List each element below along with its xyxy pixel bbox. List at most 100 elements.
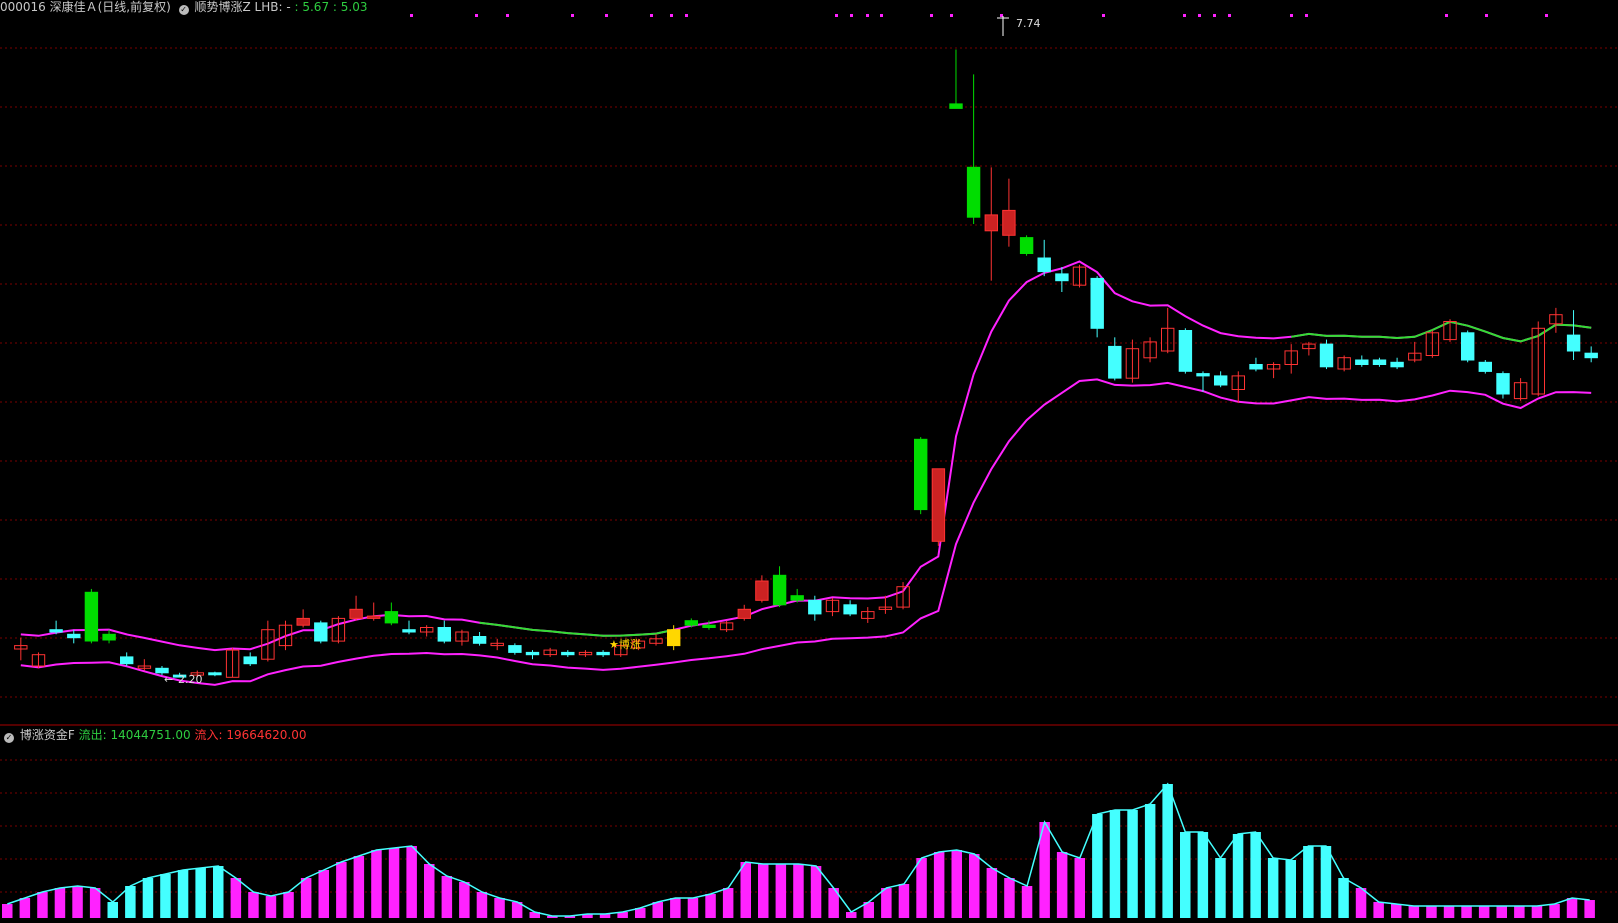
candle[interactable] [1196,371,1210,392]
candle[interactable] [1478,360,1492,374]
signal-dot [685,14,688,17]
candle[interactable] [966,74,981,224]
signal-dot [835,14,838,17]
signal-dot [866,14,869,17]
candle[interactable] [14,637,28,661]
candle[interactable] [914,437,928,515]
candle[interactable] [543,647,557,657]
candle[interactable] [1002,178,1016,247]
candle[interactable] [790,588,804,603]
candle[interactable] [384,602,399,626]
candle[interactable] [719,620,734,632]
flow-bar [195,868,206,918]
flow-bar [881,888,892,918]
candle[interactable] [243,652,257,666]
candle[interactable] [49,620,63,635]
candle[interactable] [1055,267,1069,292]
candle[interactable] [1231,371,1245,404]
flow-bar [687,898,699,918]
candlestick-series[interactable] [14,49,1598,678]
signal-dot [1305,14,1308,17]
candle[interactable] [596,650,610,657]
candle[interactable] [349,595,363,621]
candle[interactable] [296,609,310,628]
candle[interactable] [1425,330,1440,358]
candle[interactable] [737,604,751,621]
candle[interactable] [1266,362,1281,379]
candle[interactable] [208,671,222,677]
candle[interactable] [1161,307,1175,354]
candle[interactable] [1513,378,1528,401]
candle[interactable] [1108,337,1122,381]
flow-bar [1408,906,1420,918]
candle[interactable] [508,643,522,655]
flow-bar [1391,904,1402,918]
flow-bar [283,892,294,918]
flow-bar [793,864,804,918]
flow-bar [1092,814,1103,918]
candle[interactable] [420,625,434,637]
candle[interactable] [578,650,593,657]
candle[interactable] [437,620,452,644]
candle[interactable] [949,49,963,109]
candle[interactable] [984,167,998,281]
candle[interactable] [861,607,875,623]
candle[interactable] [1249,357,1263,372]
candle[interactable] [225,647,240,678]
candle[interactable] [1372,357,1387,367]
candle[interactable] [1584,346,1598,363]
candle[interactable] [525,650,540,660]
candle[interactable] [931,468,946,546]
candle[interactable] [1214,371,1228,388]
candle[interactable] [137,659,152,671]
candle[interactable] [1390,357,1404,370]
candle[interactable] [402,620,416,635]
candle[interactable] [1178,328,1193,374]
candle[interactable] [331,616,346,644]
candle[interactable] [1019,235,1034,256]
candle[interactable] [367,602,381,621]
candle[interactable] [1302,341,1316,356]
candle[interactable] [67,629,81,644]
flow-bar [1566,898,1578,918]
candle[interactable] [1125,339,1140,383]
signal-dot [850,14,853,17]
candle[interactable] [1549,307,1563,333]
candle[interactable] [825,598,840,617]
candle[interactable] [1566,310,1581,360]
candle[interactable] [1408,341,1422,363]
candle[interactable] [1143,337,1157,363]
flow-bar [459,882,470,918]
flow-bar [916,858,927,918]
signal-dot [1485,14,1488,17]
candle[interactable] [1037,239,1051,277]
candle[interactable] [896,582,910,610]
candle[interactable] [843,600,857,617]
candle[interactable] [1319,339,1334,370]
signal-dot [1198,14,1201,17]
stock-chart-canvas[interactable]: 7.74 ← 2.20 ★博涨 [0,0,1618,923]
candle[interactable] [84,588,99,644]
candle[interactable] [31,652,46,669]
candle[interactable] [561,650,575,657]
candle[interactable] [490,638,504,651]
candle[interactable] [1284,344,1298,374]
candle[interactable] [314,620,328,644]
signal-dot [1290,14,1293,17]
signal-dot [410,14,413,17]
candle[interactable] [120,652,134,666]
candle[interactable] [1355,355,1369,367]
flow-bar [1197,832,1209,918]
candle[interactable] [1496,371,1510,399]
flow-bar [1355,888,1367,918]
flow-bar [54,888,66,918]
flow-bar [670,898,681,918]
flow-bar [388,848,400,918]
candle[interactable] [1337,355,1351,372]
candle[interactable] [1461,330,1475,363]
candle[interactable] [772,566,787,608]
svg-text:←: ← [164,673,173,686]
candle[interactable] [1090,276,1104,338]
candle[interactable] [649,634,663,646]
candle[interactable] [472,632,487,646]
